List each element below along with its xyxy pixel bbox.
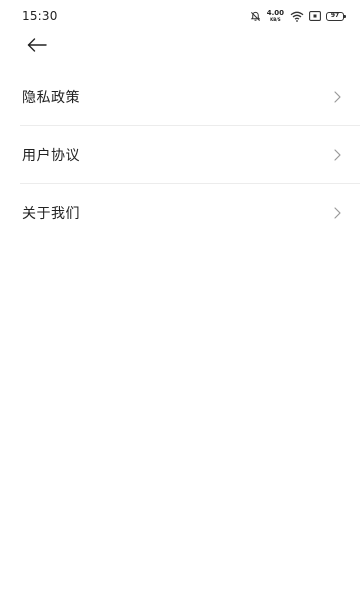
status-time: 15:30 bbox=[22, 9, 58, 23]
back-button[interactable] bbox=[20, 32, 54, 60]
menu-item-label: 隐私政策 bbox=[22, 89, 80, 106]
net-speed-value: 4.00 bbox=[266, 9, 284, 17]
menu-item-label: 关于我们 bbox=[22, 205, 80, 222]
nfc-icon bbox=[309, 11, 321, 21]
menu-item-label: 用户协议 bbox=[22, 147, 80, 164]
status-icons: 4.00 KB/S 97 bbox=[250, 8, 346, 24]
settings-menu: 隐私政策 用户协议 关于我们 bbox=[0, 68, 363, 241]
battery-icon: 97 bbox=[326, 11, 346, 21]
net-speed-indicator: 4.00 KB/S bbox=[267, 10, 284, 22]
chevron-right-icon bbox=[334, 90, 341, 103]
menu-item-privacy-policy[interactable]: 隐私政策 bbox=[0, 68, 363, 125]
net-speed-unit: KB/S bbox=[270, 17, 281, 22]
menu-item-about-us[interactable]: 关于我们 bbox=[0, 184, 363, 241]
mute-bell-icon bbox=[250, 11, 261, 22]
battery-level: 97 bbox=[330, 12, 340, 19]
chevron-right-icon bbox=[334, 148, 341, 161]
arrow-left-icon bbox=[27, 37, 47, 56]
status-bar: 15:30 4.00 KB/S 97 bbox=[0, 0, 363, 32]
wifi-icon bbox=[290, 11, 304, 22]
menu-item-user-agreement[interactable]: 用户协议 bbox=[0, 126, 363, 183]
chevron-right-icon bbox=[334, 206, 341, 219]
